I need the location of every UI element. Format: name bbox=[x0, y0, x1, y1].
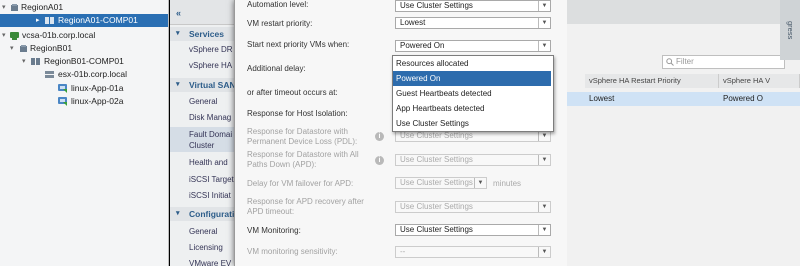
expand-arrow-icon[interactable]: ▾ bbox=[22, 55, 26, 68]
host-isolation-label: Response for Host Isolation: bbox=[247, 109, 348, 118]
tree-item-vcsa-01b[interactable]: ▾ vcsa-01b.corp.local bbox=[0, 29, 168, 42]
start-next-priority-label: Start next priority VMs when: bbox=[247, 40, 350, 49]
panel-toolbar bbox=[567, 0, 800, 24]
dropdown-option[interactable]: Resources allocated bbox=[393, 56, 551, 71]
chevron-down-icon: ▼ bbox=[538, 41, 550, 51]
tree-item-label: vcsa-01b.corp.local bbox=[22, 30, 96, 40]
select-value: Use Cluster Settings bbox=[400, 155, 473, 164]
filter-input[interactable]: Filter bbox=[662, 55, 785, 69]
recent-tasks-tab[interactable]: gress bbox=[780, 0, 800, 60]
vm-icon bbox=[58, 84, 67, 93]
dropdown-option[interactable]: Use Cluster Settings bbox=[393, 116, 551, 131]
chevron-down-icon: ▼ bbox=[538, 131, 550, 141]
tree-item-label: RegionB01-COMP01 bbox=[44, 56, 124, 66]
select-value: Use Cluster Settings bbox=[400, 131, 473, 140]
expand-arrow-icon[interactable]: ▾ bbox=[2, 29, 6, 42]
select-value: Use Cluster Settings bbox=[400, 225, 473, 234]
inventory-tree: ▾ RegionA01 ▸ RegionA01-COMP01 ▾ vcsa-01… bbox=[0, 0, 169, 266]
vm-monitoring-select[interactable]: Use Cluster Settings ▼ bbox=[395, 224, 551, 236]
tree-item-label: RegionB01 bbox=[30, 43, 73, 53]
vm-monitoring-label: VM Monitoring: bbox=[247, 226, 301, 235]
apd-response-label: Response for Datastore with All Paths Do… bbox=[247, 150, 359, 169]
vm-override-dialog: Automation level: Use Cluster Settings ▼ … bbox=[234, 0, 568, 266]
apd-recovery-label: Response for APD recovery after APD time… bbox=[247, 197, 364, 216]
tree-item-regiona01-comp01[interactable]: ▸ RegionA01-COMP01 bbox=[0, 14, 168, 27]
cluster-icon bbox=[31, 58, 40, 65]
tree-item-esx-01b[interactable]: esx-01b.corp.local bbox=[0, 68, 168, 81]
datacenter-icon bbox=[11, 4, 18, 11]
tree-item-label: linux-App-02a bbox=[71, 96, 124, 106]
chevron-down-icon: ▼ bbox=[538, 202, 550, 212]
expand-arrow-icon[interactable]: ▾ bbox=[2, 1, 6, 14]
filter-placeholder: Filter bbox=[676, 57, 694, 66]
chevron-down-icon: ▼ bbox=[538, 18, 550, 28]
vm-icon bbox=[58, 97, 67, 106]
column-header-ha[interactable]: vSphere HA V bbox=[719, 74, 800, 88]
apd-delay-select[interactable]: Use Cluster Settings ▼ bbox=[395, 177, 487, 189]
vm-monitoring-sensitivity-label: VM monitoring sensitivity: bbox=[247, 247, 338, 256]
vm-restart-priority-select[interactable]: Lowest ▼ bbox=[395, 17, 551, 29]
pdl-response-label: Response for Datastore with Permanent De… bbox=[247, 127, 358, 146]
expand-arrow-icon[interactable]: ▾ bbox=[10, 42, 14, 55]
info-icon[interactable]: i bbox=[375, 156, 384, 165]
nav-section-label: Virtual SAN bbox=[189, 80, 236, 90]
cell-ha: Powered O bbox=[723, 94, 764, 103]
cluster-icon bbox=[45, 17, 54, 24]
apd-response-select[interactable]: Use Cluster Settings ▼ bbox=[395, 154, 551, 166]
info-icon[interactable]: i bbox=[375, 132, 384, 141]
select-value: -- bbox=[400, 247, 406, 256]
chevron-down-icon: ▾ bbox=[176, 30, 180, 37]
automation-level-select[interactable]: Use Cluster Settings ▼ bbox=[395, 0, 551, 12]
timeout-label: or after timeout occurs at: bbox=[247, 88, 338, 97]
apd-recovery-select[interactable]: Use Cluster Settings ▼ bbox=[395, 201, 551, 213]
dropdown-option[interactable]: Guest Heartbeats detected bbox=[393, 86, 551, 101]
select-value: Lowest bbox=[400, 18, 426, 27]
tree-item-linux-app-02a[interactable]: linux-App-02a bbox=[0, 95, 168, 108]
chevron-down-icon: ▼ bbox=[538, 155, 550, 165]
chevron-down-icon: ▼ bbox=[538, 225, 550, 235]
start-next-priority-dropdown: Resources allocated Powered On Guest Hea… bbox=[392, 55, 554, 132]
dropdown-option-selected[interactable]: Powered On bbox=[393, 71, 551, 86]
cell-restart-priority: Lowest bbox=[589, 94, 615, 103]
dropdown-option[interactable]: App Heartbeats detected bbox=[393, 101, 551, 116]
vm-overrides-panel: Filter vSphere HA Restart Priority vSphe… bbox=[567, 0, 800, 266]
apd-delay-label: Delay for VM failover for APD: bbox=[247, 179, 354, 188]
tree-item-regionb01[interactable]: ▾ RegionB01 bbox=[0, 42, 168, 55]
select-value: Use Cluster Settings bbox=[400, 202, 473, 211]
expand-arrow-icon[interactable]: ▸ bbox=[36, 14, 40, 27]
select-value: Powered On bbox=[400, 41, 445, 50]
recent-tasks-label: gress bbox=[786, 20, 795, 40]
chevron-down-icon: ▼ bbox=[538, 1, 550, 11]
collapse-icon[interactable]: « bbox=[176, 8, 181, 18]
chevron-down-icon: ▼ bbox=[474, 178, 486, 188]
search-icon bbox=[666, 58, 674, 66]
chevron-down-icon: ▾ bbox=[176, 210, 180, 217]
nav-section-label: Configuratio bbox=[189, 209, 240, 219]
chevron-down-icon: ▾ bbox=[176, 81, 180, 88]
select-value: Use Cluster Settings bbox=[400, 178, 473, 187]
chevron-down-icon: ▼ bbox=[538, 247, 550, 257]
nav-section-label: Services bbox=[189, 29, 224, 39]
vcenter-icon bbox=[10, 32, 19, 40]
host-icon bbox=[45, 71, 54, 78]
tree-item-label: linux-App-01a bbox=[71, 83, 124, 93]
vm-monitoring-sensitivity-select[interactable]: -- ▼ bbox=[395, 246, 551, 258]
tree-item-regiona01[interactable]: ▾ RegionA01 bbox=[0, 1, 168, 14]
vm-restart-priority-label: VM restart priority: bbox=[247, 19, 313, 28]
minutes-label: minutes bbox=[493, 179, 522, 188]
start-next-priority-select[interactable]: Powered On ▼ bbox=[395, 40, 551, 52]
tree-item-label: RegionA01 bbox=[21, 2, 64, 12]
tree-item-linux-app-01a[interactable]: linux-App-01a bbox=[0, 82, 168, 95]
automation-level-label: Automation level: bbox=[247, 0, 309, 9]
column-header-restart-priority[interactable]: vSphere HA Restart Priority bbox=[585, 74, 719, 88]
tree-item-label: esx-01b.corp.local bbox=[58, 69, 127, 79]
datacenter-icon bbox=[20, 45, 27, 52]
tree-item-regionb01-comp01[interactable]: ▾ RegionB01-COMP01 bbox=[0, 55, 168, 68]
select-value: Use Cluster Settings bbox=[400, 1, 473, 10]
tree-item-label: RegionA01-COMP01 bbox=[58, 15, 138, 25]
additional-delay-label: Additional delay: bbox=[247, 64, 306, 73]
